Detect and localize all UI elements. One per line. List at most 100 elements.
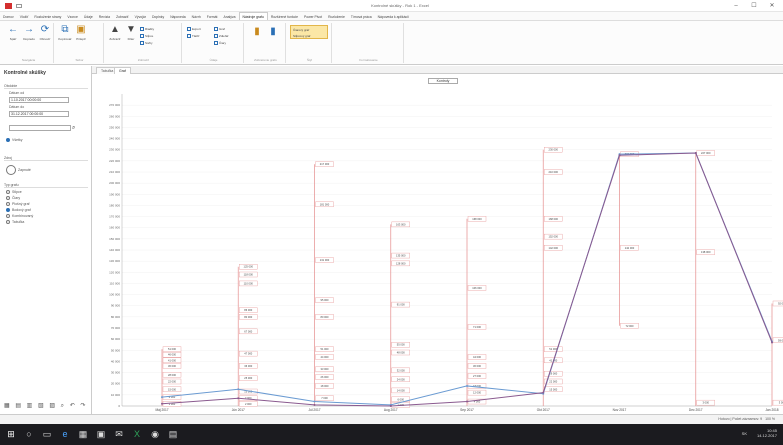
chart-type-option[interactable]: Kombinovaný xyxy=(6,214,33,219)
status-bar: Hotovo | Počet záznamov: 9 100 % xyxy=(0,414,783,424)
data-label: 210 000 xyxy=(549,170,559,174)
ribbon-tab[interactable]: Rozšírené funkcie xyxy=(268,13,301,20)
ribbon-tabs: Domov Vložiť Rozloženie strany Vzorce Údaje R… xyxy=(0,12,783,21)
y-tick-label: 210 000 xyxy=(109,170,120,174)
view-button[interactable]: ▲ Zobraziť xyxy=(108,25,122,42)
edge-icon[interactable]: e xyxy=(60,429,70,439)
data-label: 128 000 xyxy=(396,261,406,265)
ribbon-tab[interactable]: Revízia xyxy=(96,13,113,20)
checkbox-icon xyxy=(140,41,144,46)
task-view-icon[interactable]: ▭ xyxy=(42,429,52,439)
ribbon-group-label: Zobrazenie grafu xyxy=(254,58,277,62)
window-title: Kontrolné skúšky - Rok 1 - Excel xyxy=(371,3,429,8)
ribbon-tab[interactable]: Rozloženie strany xyxy=(31,13,64,20)
column-chart-button[interactable]: ▮ xyxy=(266,27,280,39)
ribbon-tab[interactable]: Doplnky xyxy=(149,13,167,20)
search-icon[interactable]: ⌕ xyxy=(72,125,75,132)
y-tick-label: 230 000 xyxy=(109,148,120,152)
excel-icon[interactable]: X xyxy=(132,429,142,439)
search-icon[interactable]: ○ xyxy=(24,429,34,439)
section-period: Obdobie xyxy=(4,84,88,89)
lines-button[interactable]: Čiary xyxy=(214,41,226,46)
back-button[interactable]: ← Späť xyxy=(6,25,20,42)
chart-legend[interactable]: Kontroly xyxy=(428,78,458,84)
chart-type-option[interactable]: Čiary xyxy=(6,196,20,201)
x-tick-label: Dec 2017 xyxy=(689,408,703,412)
mail-icon[interactable]: ✉ xyxy=(114,429,124,439)
data-label: 41 000 xyxy=(168,358,176,362)
ribbon-tab[interactable]: Nástroje grafu xyxy=(238,12,268,20)
section-chart-type: Typ grafu xyxy=(4,183,88,188)
ribbon-tab[interactable]: Power Pivot xyxy=(301,13,325,20)
chart-type-option[interactable]: Stĺpce xyxy=(6,190,22,195)
panel-title: Kontrolné skúšky xyxy=(4,70,46,76)
ribbon-tab[interactable]: Rozloženie xyxy=(325,13,348,20)
ribbon-tab[interactable]: Analýza xyxy=(220,13,238,20)
ribbon-tab[interactable]: Formát xyxy=(204,13,221,20)
print-button[interactable]: Tlačiť xyxy=(187,34,199,39)
y-tick-label: 80 000 xyxy=(111,315,121,319)
zoom-level[interactable]: 100 % xyxy=(765,417,775,421)
share-button[interactable]: Zdieľať xyxy=(214,34,229,39)
export-button[interactable]: Export xyxy=(187,27,201,32)
forward-button[interactable]: → Dopredu xyxy=(22,25,36,42)
paste-button[interactable]: ▣ Prilepiť xyxy=(74,25,88,42)
store-icon[interactable]: ▣ xyxy=(96,429,106,439)
maximize-button[interactable]: ☐ xyxy=(749,2,759,10)
date-to-field[interactable]: 31.12.2017 00:00:00 xyxy=(9,111,69,117)
chart-type-option[interactable]: Bodový graf xyxy=(6,208,31,213)
ribbon-tab[interactable]: Nápoveda xyxy=(167,13,188,20)
chart-button[interactable]: Graf xyxy=(214,27,225,32)
totals-toggle[interactable]: Súčty xyxy=(140,41,153,46)
ribbon-tab[interactable]: Nápoveda k aplikácii xyxy=(375,13,412,20)
input-language[interactable]: SK xyxy=(742,431,747,436)
data-label: 36 000 xyxy=(244,364,252,368)
y-tick-label: 250 000 xyxy=(109,125,120,129)
ribbon-tab[interactable]: Domov xyxy=(0,13,17,20)
ribbon-tab[interactable]: Vývojár xyxy=(132,13,149,20)
columns-toggle[interactable]: Stĺpce xyxy=(140,34,153,39)
taskbar: ⊞ ○ ▭ e ▦ ▣ ✉ X ◉ ▤ SK 10:45 14.12.2017 xyxy=(0,424,783,445)
copy-button[interactable]: ⧉ Kopírovať xyxy=(58,25,72,42)
rows-toggle[interactable]: Riadky xyxy=(140,27,154,32)
chart-type-option[interactable]: Plošný graf xyxy=(6,202,30,207)
filter-button[interactable]: ▼ Filter xyxy=(124,25,138,42)
ribbon-tab[interactable]: Zobraziť xyxy=(113,13,132,20)
start-icon[interactable]: ⊞ xyxy=(6,429,16,439)
x-tick-label: Jún 2017 xyxy=(232,408,245,412)
chrome-icon[interactable]: ◉ xyxy=(150,429,160,439)
ribbon-tab[interactable]: Údaje xyxy=(81,13,96,20)
data-label: 138 000 xyxy=(701,250,711,254)
data-label: 135 000 xyxy=(396,254,406,258)
quick-access-save-icon[interactable] xyxy=(16,4,22,8)
checkbox-icon xyxy=(140,27,144,32)
search-field[interactable] xyxy=(9,125,71,131)
chart-type-option[interactable]: Tabuľka xyxy=(6,220,24,225)
minimize-button[interactable]: – xyxy=(731,2,741,10)
close-button[interactable]: ✕ xyxy=(767,2,777,10)
y-tick-label: 260 000 xyxy=(109,114,120,118)
explorer-icon[interactable]: ▦ xyxy=(78,429,88,439)
source-option[interactable]: Všetky xyxy=(6,138,23,143)
ribbon-tab[interactable]: Tímová práca xyxy=(348,13,375,20)
document-tabs: Tabuľka Graf xyxy=(92,66,783,74)
bar-chart-button[interactable]: ▮ xyxy=(250,27,264,39)
ribbon-tab[interactable]: Vložiť xyxy=(17,13,32,20)
clock[interactable]: 10:45 14.12.2017 xyxy=(757,428,777,438)
folder-icon[interactable]: ▤ xyxy=(168,429,178,439)
tab-chart[interactable]: Graf xyxy=(114,67,131,74)
data-label: 67 000 xyxy=(244,329,252,333)
series-point xyxy=(161,402,163,405)
refresh-button[interactable]: ⟳ Obnoviť xyxy=(38,25,52,42)
x-tick-label: Júl 2017 xyxy=(308,408,320,412)
data-label: 55 000 xyxy=(397,343,405,347)
ribbon-group-label: Údaje xyxy=(209,58,218,62)
radio-icon xyxy=(6,138,10,143)
panel-tools[interactable]: ▦ ▤ ▥ ▧ ▨ ⌕ ↶ ↷ xyxy=(4,402,90,410)
radio-icon xyxy=(6,220,10,225)
enabled-toggle[interactable]: Zapnuté xyxy=(6,165,31,175)
ribbon-tab[interactable]: Vzorce xyxy=(64,13,81,20)
data-label: 36 000 xyxy=(473,364,481,368)
date-from-field[interactable]: 1.10.2017 00:00:00 xyxy=(9,97,69,103)
ribbon-tab[interactable]: Návrh xyxy=(189,13,204,20)
